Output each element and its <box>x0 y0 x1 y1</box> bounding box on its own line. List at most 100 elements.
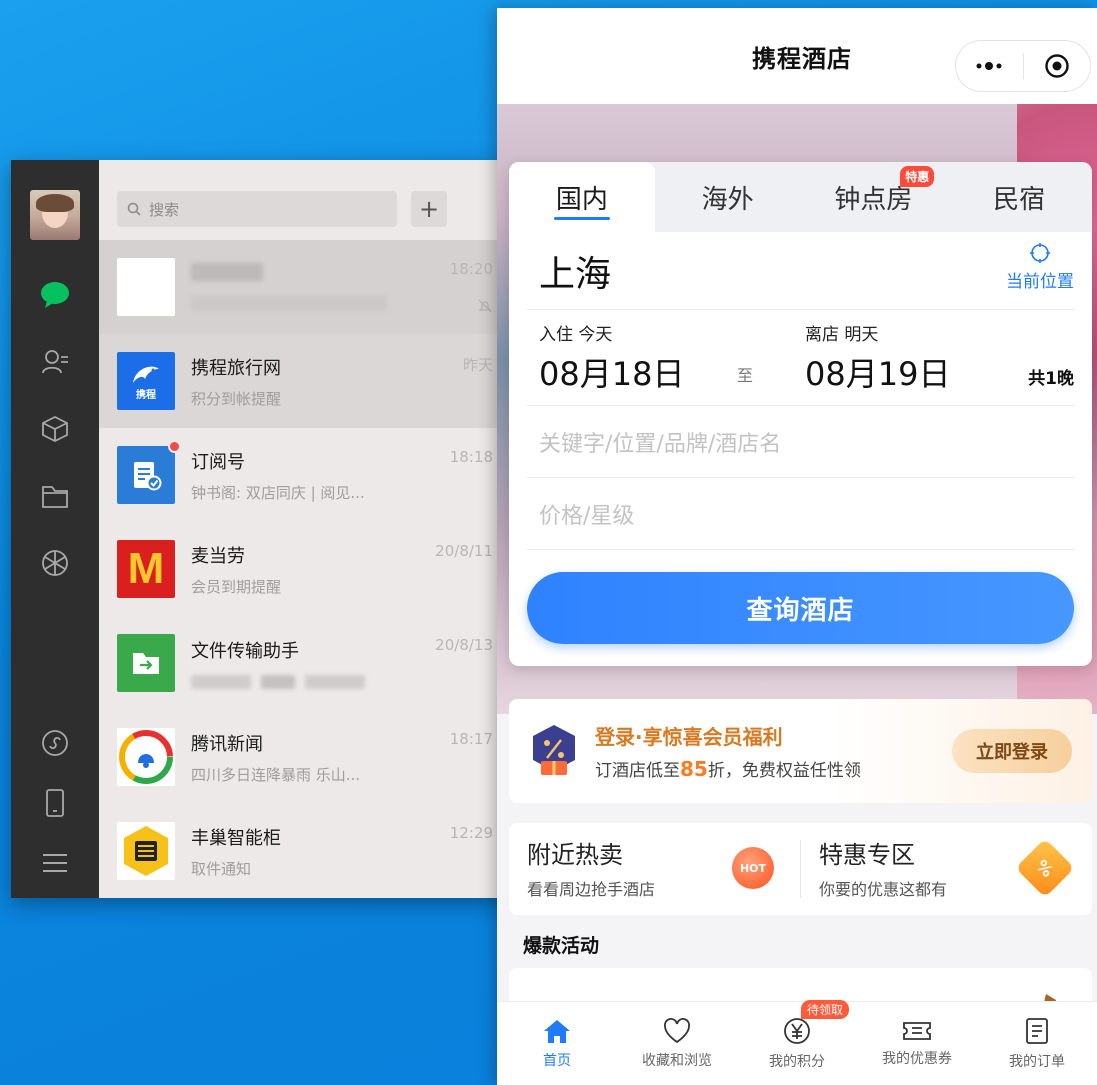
member-login-banner[interactable]: 登录·享惊喜会员福利 订酒店低至85折，免费权益任性领 立即登录 <box>509 699 1092 803</box>
checkout-label: 离店 明天 <box>805 325 879 345</box>
capsule-menu <box>955 40 1091 92</box>
search-tabs: 国内 海外 钟点房 特惠 民宿 <box>509 162 1092 232</box>
section-title-hot-events: 爆款活动 <box>523 935 600 957</box>
member-title: 登录·享惊喜会员福利 <box>595 725 783 749</box>
date-selector[interactable]: 入住 今天 08月18日 至 离店 明天 08月19日 共1晚 <box>527 310 1074 406</box>
tabbar-favorites[interactable]: 收藏和浏览 <box>617 1002 737 1085</box>
tabbar-coupons[interactable]: 我的优惠券 <box>857 1002 977 1085</box>
chat-icon[interactable] <box>40 280 70 310</box>
nearby-hot-entry[interactable]: 附近热卖 看看周边抢手酒店 HOT <box>509 823 800 915</box>
tab-overseas[interactable]: 海外 <box>655 162 801 232</box>
blur-block <box>261 675 295 689</box>
tabbar-orders[interactable]: 我的订单 <box>977 1002 1097 1085</box>
special-offer-entry[interactable]: 特惠专区 你要的优惠这都有 % <box>801 823 1092 915</box>
chat-name: 腾讯新闻 <box>191 733 263 755</box>
blurred-preview <box>191 295 387 311</box>
tab-homestay[interactable]: 民宿 <box>946 162 1092 232</box>
member-sub-prefix: 订酒店低至 <box>595 761 680 781</box>
menu-icon[interactable] <box>40 848 70 878</box>
chat-name: 文件传输助手 <box>191 641 299 662</box>
checkin-block[interactable]: 入住 今天 08月18日 <box>539 320 684 395</box>
chat-item-hivebox[interactable]: 丰巢智能柜 取件通知 12:29 <box>99 804 511 898</box>
ctrip-mini-program: 携程酒店 国内 海外 钟点房 特惠 民宿 上海 当前位置 入住 今天 08月18… <box>497 8 1097 1085</box>
chat-time: 18:17 <box>449 730 493 748</box>
special-offer-badge: 特惠 <box>900 166 935 187</box>
chat-list-panel: 搜索 + 18:20 携程 携程旅行网 积分到帐提醒 昨天 订阅号 钟书阁: 双… <box>99 160 511 898</box>
tab-hourly[interactable]: 钟点房 特惠 <box>801 162 947 232</box>
file-transfer-icon <box>117 634 175 692</box>
folder-icon[interactable] <box>40 481 70 511</box>
hotel-search-card: 国内 海外 钟点房 特惠 民宿 上海 当前位置 入住 今天 08月18日 至 离… <box>509 162 1092 666</box>
checkin-label: 入住 今天 <box>539 325 613 345</box>
close-button[interactable] <box>1024 41 1091 91</box>
user-avatar[interactable] <box>30 190 80 240</box>
hivebox-logo-icon <box>117 822 175 880</box>
date-to-label: 至 <box>737 366 754 385</box>
subscription-icon <box>117 440 181 504</box>
chat-body: 腾讯新闻 四川多日连降暴雨 乐山... <box>191 730 477 785</box>
search-hotel-button[interactable]: 查询酒店 <box>527 572 1074 644</box>
wechat-sidebar <box>11 160 99 898</box>
more-dots-icon <box>976 62 1002 70</box>
promo-entries: 附近热卖 看看周边抢手酒店 HOT 特惠专区 你要的优惠这都有 % <box>509 823 1092 915</box>
chat-body: 丰巢智能柜 取件通知 <box>191 824 477 879</box>
chat-body <box>191 263 477 311</box>
page-title: 携程酒店 <box>752 44 852 73</box>
tab-label: 民宿 <box>993 184 1046 215</box>
moments-icon[interactable] <box>40 548 70 578</box>
nights-count: 共1晚 <box>1028 369 1074 389</box>
chat-time: 20/8/11 <box>435 542 493 560</box>
add-button[interactable]: + <box>411 191 447 227</box>
favorites-box-icon[interactable] <box>40 414 70 444</box>
phone-icon[interactable] <box>40 788 70 818</box>
heart-icon <box>664 1017 690 1043</box>
contacts-icon[interactable] <box>40 347 70 377</box>
price-star-input[interactable]: 价格/星级 <box>527 478 1074 550</box>
login-now-button[interactable]: 立即登录 <box>952 729 1072 773</box>
ctrip-header: 携程酒店 <box>497 8 1097 104</box>
chat-item-group[interactable]: 18:20 <box>99 240 511 334</box>
order-list-icon <box>1026 1017 1048 1044</box>
chat-item-tencent-news[interactable]: 腾讯新闻 四川多日连降暴雨 乐山... 18:17 <box>99 710 511 804</box>
chat-list: 18:20 携程 携程旅行网 积分到帐提醒 昨天 订阅号 钟书阁: 双店同庆 |… <box>99 240 511 898</box>
chat-item-subscription[interactable]: 订阅号 钟书阁: 双店同庆 | 阅见... 18:18 <box>99 428 511 522</box>
wechat-window: 搜索 + 18:20 携程 携程旅行网 积分到帐提醒 昨天 订阅号 钟书阁: 双… <box>11 160 511 898</box>
tabbar-label: 我的订单 <box>1009 1053 1065 1070</box>
wechat-nav <box>40 280 70 578</box>
chat-item-file-transfer[interactable]: 文件传输助手 20/8/13 <box>99 616 511 710</box>
search-icon <box>127 202 141 216</box>
mini-program-icon[interactable] <box>40 728 70 758</box>
chat-item-ctrip[interactable]: 携程 携程旅行网 积分到帐提醒 昨天 <box>99 334 511 428</box>
bottom-tab-bar: 首页 收藏和浏览 待领取 我的积分 我的优惠券 我的订单 <box>497 1000 1097 1085</box>
keyword-placeholder: 关键字/位置/品牌/酒店名 <box>539 431 782 457</box>
close-target-icon <box>1045 54 1069 78</box>
more-button[interactable] <box>956 41 1023 91</box>
tab-label: 国内 <box>555 184 608 215</box>
ticket-icon <box>903 1021 931 1040</box>
tab-label: 海外 <box>701 184 754 215</box>
chat-name: 携程旅行网 <box>191 357 281 379</box>
tabbar-points[interactable]: 待领取 我的积分 <box>737 1000 857 1085</box>
city-selector[interactable]: 上海 当前位置 <box>527 232 1074 310</box>
blur-block <box>191 675 251 689</box>
chat-time: 12:29 <box>449 824 493 842</box>
keyword-input[interactable]: 关键字/位置/品牌/酒店名 <box>527 406 1074 478</box>
chat-preview: 钟书阁: 双店同庆 | 阅见... <box>191 483 365 502</box>
chat-time: 18:20 <box>449 260 493 278</box>
blurred-preview <box>191 675 477 689</box>
member-subtitle: 订酒店低至85折，免费权益任性领 <box>595 756 861 781</box>
group-avatar-icon <box>117 258 175 316</box>
tabbar-label: 收藏和浏览 <box>642 1052 712 1069</box>
chat-name: 麦当劳 <box>191 545 245 567</box>
tabbar-home[interactable]: 首页 <box>497 1002 617 1085</box>
chat-item-mcdonalds[interactable]: M 麦当劳 会员到期提醒 20/8/11 <box>99 522 511 616</box>
checkout-block[interactable]: 离店 明天 08月19日 <box>805 320 950 395</box>
chat-preview: 积分到帐提醒 <box>191 389 282 408</box>
current-location-button[interactable]: 当前位置 <box>1006 242 1074 292</box>
tab-domestic[interactable]: 国内 <box>509 162 655 232</box>
unread-dot <box>168 440 181 453</box>
chat-preview: 取件通知 <box>191 859 252 878</box>
chat-name: 订阅号 <box>191 451 245 473</box>
search-input[interactable]: 搜索 <box>117 191 397 227</box>
chat-preview: 四川多日连降暴雨 乐山... <box>191 765 361 784</box>
